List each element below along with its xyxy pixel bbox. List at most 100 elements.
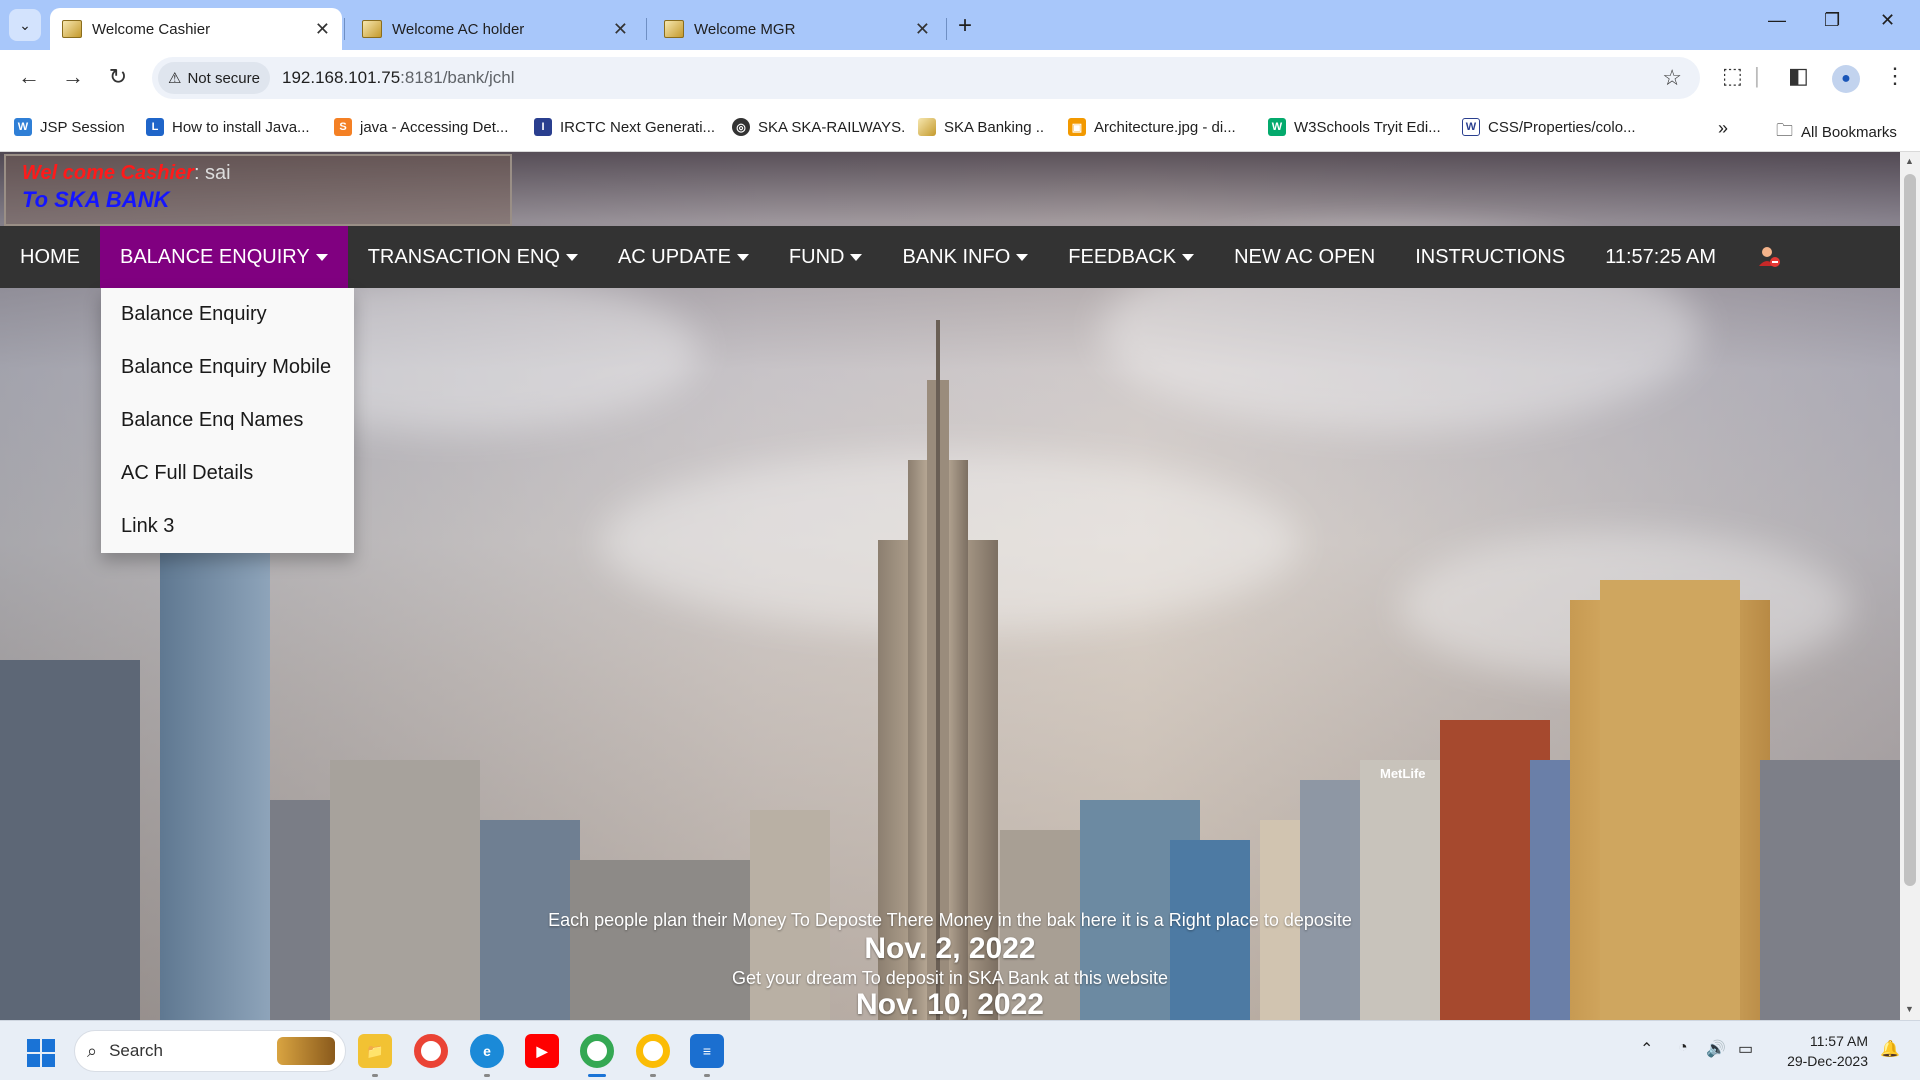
w3schools-icon: W xyxy=(1268,118,1286,136)
tab-search-button[interactable]: ⌄ xyxy=(9,9,41,41)
nav-feedback[interactable]: FEEDBACK xyxy=(1048,226,1214,288)
windows-taskbar: ⌕ Search 📁 e ▶ ≡ ⌃ ◔ 🔊 ▭ 11:57 AM 29-Dec… xyxy=(0,1020,1920,1080)
close-icon[interactable]: ✕ xyxy=(315,19,330,40)
volume-icon[interactable]: 🔊 xyxy=(1706,1039,1726,1059)
nav-instructions[interactable]: INSTRUCTIONS xyxy=(1395,226,1585,288)
taskbar-time: 11:57 AM xyxy=(1809,1033,1868,1049)
favicon-icon xyxy=(664,20,684,38)
close-icon[interactable]: ✕ xyxy=(915,19,930,40)
caption-date-1: Nov. 2, 2022 xyxy=(864,932,1036,965)
windows-start-icon[interactable] xyxy=(27,1039,55,1067)
bookmark-ska-railways[interactable]: ◎ SKA SKA-RAILWAYS. xyxy=(732,118,905,136)
dropdown-item-balance-enq-names[interactable]: Balance Enq Names xyxy=(101,394,354,447)
tab-welcome-cashier[interactable]: Welcome Cashier ✕ xyxy=(50,8,342,50)
url-path: :8181/bank/jchl xyxy=(400,68,515,87)
nav-new-ac-open-label: NEW AC OPEN xyxy=(1234,245,1376,268)
nav-feedback-label: FEEDBACK xyxy=(1068,245,1177,268)
nav-balance-enquiry-label: BALANCE ENQUIRY xyxy=(120,245,310,268)
caret-down-icon xyxy=(850,253,863,261)
tab-divider xyxy=(344,18,345,40)
forward-arrow-icon[interactable]: → xyxy=(58,64,88,90)
bookmark-star-icon[interactable]: ☆ xyxy=(1662,65,1682,91)
bookmark-architecture[interactable]: ▣ Architecture.jpg - di... xyxy=(1068,118,1236,136)
back-arrow-icon[interactable]: ← xyxy=(14,64,44,90)
edge-icon[interactable]: e xyxy=(470,1034,504,1068)
profile-avatar-icon[interactable]: ● xyxy=(1832,65,1860,93)
bookmark-label: Architecture.jpg - di... xyxy=(1094,118,1236,136)
nav-fund[interactable]: FUND xyxy=(769,226,883,288)
nav-logout[interactable] xyxy=(1736,226,1802,288)
bookmark-ska-banking[interactable]: SKA Banking .. xyxy=(918,118,1044,136)
diagram-icon: ▣ xyxy=(1068,118,1086,136)
menu-kebab-icon[interactable]: ⋮ xyxy=(1884,63,1906,89)
chrome-profile-2-icon[interactable] xyxy=(636,1034,670,1068)
taskbar-search-placeholder: Search xyxy=(109,1041,163,1060)
chrome-icon[interactable] xyxy=(414,1034,448,1068)
more-bookmarks-chevron-icon[interactable]: » xyxy=(1718,118,1728,139)
nav-bank-info[interactable]: BANK INFO xyxy=(882,226,1048,288)
nav-ac-update[interactable]: AC UPDATE xyxy=(598,226,769,288)
side-panel-icon[interactable]: ◧ xyxy=(1788,63,1809,89)
bookmark-w3schools-tryit[interactable]: W W3Schools Tryit Edi... xyxy=(1268,118,1441,136)
tab-welcome-mgr[interactable]: Welcome MGR ✕ xyxy=(652,8,942,50)
url-text[interactable]: 192.168.101.75:8181/bank/jchl xyxy=(282,68,515,88)
page-scrollbar[interactable]: ▲ ▼ xyxy=(1900,152,1920,1020)
nav-balance-enquiry[interactable]: BALANCE ENQUIRY xyxy=(100,226,348,288)
scroll-down-arrow-icon[interactable]: ▼ xyxy=(1905,1004,1914,1014)
globe-icon: ◎ xyxy=(732,118,750,136)
bookmark-jsp-session[interactable]: W JSP Session xyxy=(14,118,125,136)
battery-icon[interactable]: ▭ xyxy=(1738,1039,1753,1059)
reload-icon[interactable]: ↻ xyxy=(103,64,133,90)
notification-bell-icon[interactable]: 🔔 xyxy=(1880,1039,1900,1059)
main-navbar: HOME BALANCE ENQUIRY TRANSACTION ENQ AC … xyxy=(0,226,1900,288)
nav-transaction-enq[interactable]: TRANSACTION ENQ xyxy=(348,226,598,288)
wifi-icon[interactable]: ◔ xyxy=(1678,1039,1688,1057)
youtube-icon[interactable]: ▶ xyxy=(525,1034,559,1068)
caret-down-icon xyxy=(1182,253,1195,261)
dropdown-item-balance-enquiry-mobile[interactable]: Balance Enquiry Mobile xyxy=(101,341,354,394)
security-chip[interactable]: ⚠ Not secure xyxy=(158,62,270,94)
bookmark-label: JSP Session xyxy=(40,118,125,136)
nav-fund-label: FUND xyxy=(788,245,845,268)
bookmark-label: SKA Banking .. xyxy=(944,118,1045,136)
scroll-up-arrow-icon[interactable]: ▲ xyxy=(1905,156,1914,166)
tray-chevron-up-icon[interactable]: ⌃ xyxy=(1640,1039,1653,1059)
nav-new-ac-open[interactable]: NEW AC OPEN xyxy=(1214,226,1395,288)
dropdown-item-balance-enquiry[interactable]: Balance Enquiry xyxy=(101,288,354,341)
caret-down-icon xyxy=(736,253,749,261)
bookmark-label: W3Schools Tryit Edi... xyxy=(1294,118,1441,136)
bookmark-install-java[interactable]: L How to install Java... xyxy=(146,118,310,136)
file-explorer-icon[interactable]: 📁 xyxy=(358,1034,392,1068)
bookmark-irctc[interactable]: I IRCTC Next Generati... xyxy=(534,118,715,136)
address-bar[interactable]: ⚠ Not secure 192.168.101.75:8181/bank/jc… xyxy=(152,57,1700,99)
url-host: 192.168.101.75 xyxy=(282,68,401,87)
new-tab-plus-icon[interactable]: + xyxy=(958,12,972,40)
irctc-logo-icon: I xyxy=(534,118,552,136)
nav-ac-update-label: AC UPDATE xyxy=(617,245,731,268)
restore-icon[interactable]: ❐ xyxy=(1824,10,1840,31)
close-icon[interactable]: ✕ xyxy=(613,19,628,40)
extensions-puzzle-icon[interactable]: ⬚ xyxy=(1722,63,1743,89)
tab-title: Welcome AC holder xyxy=(392,20,525,38)
tab-title: Welcome MGR xyxy=(694,20,796,38)
taskbar-clock[interactable]: 11:57 AM 29-Dec-2023 xyxy=(1776,1031,1868,1071)
nav-home-label: HOME xyxy=(20,245,80,268)
welcome-line: Wel come Cashier: sai xyxy=(22,162,494,185)
bookmark-css-properties[interactable]: W CSS/Properties/colo... xyxy=(1462,118,1636,136)
tab-divider xyxy=(946,18,947,40)
chrome-profile-icon[interactable] xyxy=(580,1034,614,1068)
bookmark-java-accessing[interactable]: S java - Accessing Det... xyxy=(334,118,508,136)
caption-text-2: Get your dream To deposit in SKA Bank at… xyxy=(732,968,1168,988)
favicon-icon xyxy=(62,20,82,38)
dropdown-item-link-3[interactable]: Link 3 xyxy=(101,500,354,553)
dropdown-item-ac-full-details[interactable]: AC Full Details xyxy=(101,447,354,500)
nav-home[interactable]: HOME xyxy=(0,226,100,288)
minimize-icon[interactable]: — xyxy=(1768,10,1786,31)
welcome-greeting: Wel come Cashier xyxy=(22,162,194,184)
all-bookmarks-button[interactable]: 🗀 All Bookmarks xyxy=(1776,118,1897,147)
taskbar-search-box[interactable]: ⌕ Search xyxy=(74,1030,346,1072)
notepad-icon[interactable]: ≡ xyxy=(690,1034,724,1068)
scroll-thumb[interactable] xyxy=(1904,174,1916,886)
window-close-icon[interactable]: ✕ xyxy=(1880,10,1895,31)
tab-welcome-ac-holder[interactable]: Welcome AC holder ✕ xyxy=(350,8,640,50)
